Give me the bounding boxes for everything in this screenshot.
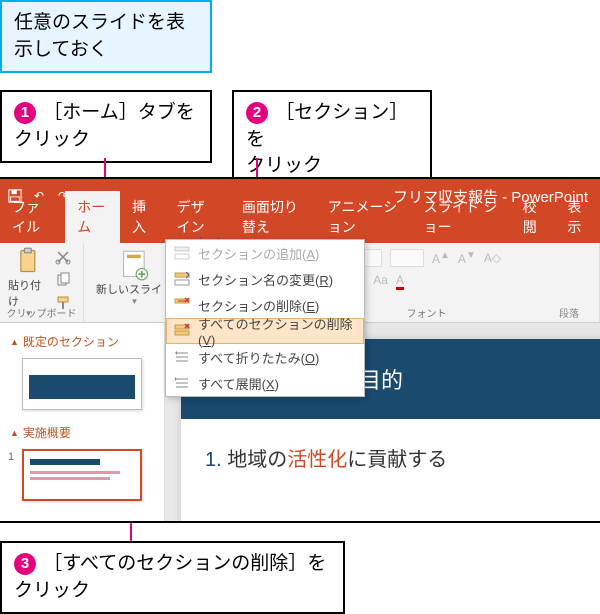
- tab-view[interactable]: 表示: [555, 191, 600, 243]
- step-badge-1: 1: [14, 102, 36, 124]
- thumbnail-preview: [22, 449, 142, 501]
- callout-step-1: 1 ［ホーム］タブを クリック: [0, 90, 212, 163]
- section-dropdown: セクションの追加(A) セクション名の変更(R) セクションの削除(E) すべて…: [165, 239, 365, 397]
- tab-animations[interactable]: アニメーション: [316, 191, 412, 243]
- triangle-icon: ▲: [10, 428, 19, 438]
- group-label: クリップボード: [0, 305, 83, 320]
- copy-button[interactable]: [55, 272, 71, 293]
- section-name: 既定のセクション: [23, 333, 119, 350]
- section-name: 実施概要: [23, 424, 71, 441]
- new-slide-label: 新しいスライド: [96, 281, 173, 297]
- triangle-icon: ▲: [10, 337, 19, 347]
- menu-add-section: セクションの追加(A): [166, 240, 364, 266]
- tab-label: デザイン: [177, 199, 205, 235]
- slide-thumbnail-2[interactable]: 1: [22, 449, 154, 501]
- tab-transitions[interactable]: 画面切り替え: [230, 191, 316, 243]
- callout-step-3: 3 ［すべてのセクションの削除］を クリック: [0, 541, 345, 614]
- menu-label: すべて折りたたみ(O): [198, 348, 319, 367]
- tab-label: 表示: [567, 199, 581, 235]
- decrease-font-button[interactable]: A▼: [458, 250, 476, 266]
- menu-remove-all-sections[interactable]: すべてのセクションの削除(V): [166, 318, 364, 344]
- menu-label: セクションの追加(A): [198, 244, 319, 263]
- tab-label: スライド ショー: [424, 199, 498, 235]
- body-highlight: 活性化: [287, 449, 347, 471]
- group-clipboard: 貼り付け ▼ クリップボード: [0, 243, 84, 322]
- increase-font-button[interactable]: A▲: [432, 250, 450, 266]
- callout-text: ［ホーム］タブを: [43, 102, 194, 123]
- list-number: 1.: [205, 449, 222, 471]
- body-text: 地域の: [222, 449, 288, 471]
- tab-label: 挿入: [132, 199, 146, 235]
- powerpoint-window: ↶ ↷ ▷ ▾ フリマ収支報告 - PowerPoint ファイル ホーム 挿入…: [0, 177, 600, 523]
- tab-slideshow[interactable]: スライド ショー: [412, 191, 511, 243]
- tab-label: アニメーション: [328, 199, 397, 235]
- step-badge-2: 2: [246, 102, 268, 124]
- thumbnail-pane[interactable]: ▲ 既定のセクション ▲ 実施概要 1: [0, 323, 165, 521]
- menu-expand-all[interactable]: すべて展開(X): [166, 370, 364, 396]
- tab-review[interactable]: 校閲: [511, 191, 556, 243]
- tab-label: 校閲: [523, 199, 537, 235]
- font-size-combo[interactable]: [390, 249, 424, 267]
- slide-body[interactable]: 1. 地域の活性化に貢献する: [181, 419, 600, 496]
- change-case-button[interactable]: Aa: [373, 273, 388, 287]
- callout-text: クリック: [14, 580, 90, 601]
- tab-file[interactable]: ファイル: [0, 191, 65, 243]
- clear-format-button[interactable]: A◇: [484, 251, 501, 265]
- callout-step-2: 2 ［セクション］を クリック: [232, 90, 432, 190]
- font-color-button[interactable]: A: [396, 273, 404, 287]
- callout-text: 任意のスライドを表示しておく: [14, 12, 185, 60]
- menu-label: セクションの削除(E): [198, 296, 319, 315]
- menu-label: すべてのセクションの削除(V): [198, 314, 356, 348]
- tab-label: ホーム: [77, 199, 105, 235]
- menu-rename-section[interactable]: セクション名の変更(R): [166, 266, 364, 292]
- tab-home[interactable]: ホーム: [65, 191, 120, 243]
- tab-label: ファイル: [12, 199, 40, 235]
- section-header-default[interactable]: ▲ 既定のセクション: [4, 329, 160, 354]
- callout-text: クリック: [14, 129, 90, 150]
- tab-label: 画面切り替え: [242, 199, 298, 235]
- group-label-paragraph: 段落: [559, 305, 579, 320]
- thumb-number: 1: [8, 451, 14, 463]
- step-badge-3: 3: [14, 553, 36, 575]
- menu-label: すべて展開(X): [198, 374, 279, 393]
- tab-insert[interactable]: 挿入: [120, 191, 165, 243]
- thumbnail-preview: [22, 358, 142, 410]
- cut-button[interactable]: [55, 249, 71, 270]
- body-text: に貢献する: [347, 449, 447, 471]
- menu-label: セクション名の変更(R): [198, 270, 333, 289]
- callout-display-slide: 任意のスライドを表示しておく: [0, 0, 212, 73]
- section-header-overview[interactable]: ▲ 実施概要: [4, 420, 160, 445]
- chevron-down-icon: ▼: [131, 297, 139, 306]
- slide-thumbnail-1[interactable]: [22, 358, 154, 410]
- callout-text: ［セクション］を: [246, 102, 408, 150]
- callout-text: ［すべてのセクションの削除］を: [43, 553, 326, 574]
